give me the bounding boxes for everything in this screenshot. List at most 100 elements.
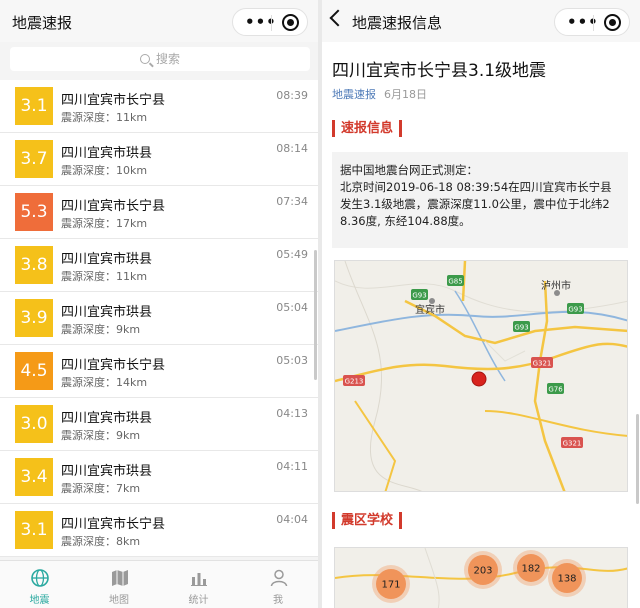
road-shield-label: G93 <box>514 324 528 332</box>
road-shield: G76 <box>547 383 564 394</box>
quake-list-item[interactable]: 3.7 四川宜宾市珙县 震源深度：10km 08:14 <box>0 133 318 186</box>
list-scrollbar[interactable] <box>314 250 317 380</box>
quake-list-item[interactable]: 3.4 四川宜宾市珙县 震源深度：7km 04:11 <box>0 451 318 504</box>
map-label: 宜宾市 <box>415 303 445 316</box>
school-cluster-marker[interactable]: 171 <box>372 565 410 603</box>
road-shield-label: G76 <box>548 386 563 394</box>
quake-list-item[interactable]: 4.5 四川宜宾市长宁县 震源深度：14km 05:03 <box>0 345 318 398</box>
quake-depth: 震源深度：17km <box>61 217 148 230</box>
magnitude-badge: 3.9 <box>15 299 53 337</box>
quake-location: 四川宜宾市长宁县 <box>61 358 166 373</box>
magnitude-badge: 3.1 <box>15 87 53 125</box>
article-date: 6月18日 <box>384 88 427 101</box>
quake-time: 05:04 <box>276 301 308 314</box>
article-source-link[interactable]: 地震速报 <box>332 88 376 101</box>
page-title: 地震速报 <box>12 14 73 32</box>
bar-chart-icon <box>189 568 209 588</box>
quake-time: 05:49 <box>276 248 308 261</box>
top-bar: 地震速报 ••• <box>0 0 318 42</box>
quake-list-screen: 地震速报 ••• 搜索 3.1 四川宜宾市长宁县 震源深度：11km 08:39 3.7… <box>0 0 318 608</box>
info-line: 8.36度, 东经104.88度。 <box>340 214 471 228</box>
road-shield: G93 <box>513 321 530 332</box>
quake-time: 08:14 <box>276 142 308 155</box>
cluster-count: 182 <box>521 564 540 575</box>
page-title: 地震速报信息 <box>352 14 443 32</box>
cluster-count: 171 <box>381 580 400 591</box>
quake-list-item[interactable]: 3.1 四川宜宾市长宁县 震源深度：8km 04:04 <box>0 504 318 557</box>
quake-time: 04:04 <box>276 513 308 526</box>
magnitude-badge: 3.0 <box>15 405 53 443</box>
schools-map-svg: 171 203 182 138 <box>335 548 627 608</box>
section-heading-report: 速报信息 <box>332 120 403 137</box>
tab-label: 地图 <box>109 595 129 606</box>
quake-list-item[interactable]: 3.8 四川宜宾市珙县 震源深度：11km 05:49 <box>0 239 318 292</box>
quake-location: 四川宜宾市珙县 <box>61 464 153 479</box>
quake-list-item[interactable]: 5.3 四川宜宾市长宁县 震源深度：17km 07:34 <box>0 186 318 239</box>
quake-location: 四川宜宾市珙县 <box>61 252 153 267</box>
school-cluster-marker[interactable]: 138 <box>548 559 586 597</box>
road-shield-label: G213 <box>345 378 364 386</box>
road-shield-label: G85 <box>448 278 462 286</box>
quake-list-item[interactable]: 3.0 四川宜宾市珙县 震源深度：9km 04:13 <box>0 398 318 451</box>
schools-map[interactable]: 171 203 182 138 <box>334 547 628 608</box>
tab-label: 地震 <box>29 595 50 606</box>
road-shield: G85 <box>447 275 464 286</box>
map-icon <box>110 568 130 588</box>
quake-list-item[interactable]: 3.1 四川宜宾市长宁县 震源深度：11km 08:39 <box>0 80 318 133</box>
magnitude-badge: 4.5 <box>15 352 53 390</box>
quake-time: 05:03 <box>276 354 308 367</box>
search-placeholder: 搜索 <box>155 52 180 66</box>
tab-globe[interactable]: 地震 <box>0 561 79 608</box>
quake-location: 四川宜宾市长宁县 <box>61 517 166 532</box>
quake-location: 四川宜宾市珙县 <box>61 411 153 426</box>
quake-depth: 震源深度：7km <box>61 482 141 495</box>
quake-list-item[interactable]: 3.9 四川宜宾市珙县 震源深度：9km 05:04 <box>0 292 318 345</box>
quake-depth: 震源深度：11km <box>61 270 148 283</box>
road-shield-label: G93 <box>412 292 426 300</box>
more-icon[interactable]: ••• <box>245 15 277 30</box>
search-input[interactable]: 搜索 <box>10 47 310 71</box>
tab-label: 我 <box>273 595 283 606</box>
quake-depth: 震源深度：10km <box>61 164 148 177</box>
quake-location: 四川宜宾市长宁县 <box>61 199 166 214</box>
close-target-icon[interactable] <box>604 14 621 31</box>
tab-bar: 地震 地图 统计 我 <box>0 560 318 608</box>
school-cluster-marker[interactable]: 203 <box>464 551 502 589</box>
article-meta: 地震速报 6月18日 <box>332 86 427 102</box>
tab-label: 统计 <box>188 595 209 606</box>
article-content: 四川宜宾市长宁县3.1级地震 地震速报 6月18日 速报信息 据中国地震台网正式测… <box>322 42 640 608</box>
tab-bar-chart[interactable]: 统计 <box>159 561 238 608</box>
epicenter-marker-icon[interactable] <box>471 371 487 387</box>
quake-detail-screen: 地震速报信息 ••• 四川宜宾市长宁县3.1级地震 地震速报 6月18日 速报信息… <box>322 0 640 608</box>
more-icon[interactable]: ••• <box>567 15 599 30</box>
quake-depth: 震源深度：9km <box>61 323 141 336</box>
road-shield-label: G321 <box>533 360 552 368</box>
road-shield-label: G93 <box>568 306 582 314</box>
quake-location: 四川宜宾市长宁县 <box>61 93 166 108</box>
tab-map[interactable]: 地图 <box>80 561 159 608</box>
back-arrow-icon[interactable] <box>329 9 347 27</box>
info-line: 发生3.1级地震，震源深度11.0公里，震中位于北纬2 <box>340 197 610 211</box>
quake-depth: 震源深度：8km <box>61 535 141 548</box>
article-title: 四川宜宾市长宁县3.1级地震 <box>332 61 547 81</box>
magnitude-badge: 5.3 <box>15 193 53 231</box>
cluster-count: 138 <box>557 574 576 585</box>
globe-icon <box>30 568 50 588</box>
close-target-icon[interactable] <box>282 14 299 31</box>
search-icon <box>139 54 150 64</box>
magnitude-badge: 3.7 <box>15 140 53 178</box>
person-icon <box>269 568 289 588</box>
article-scrollbar[interactable] <box>636 414 639 504</box>
capsule-divider <box>593 15 594 31</box>
quake-location: 四川宜宾市珙县 <box>61 146 153 161</box>
section-heading-schools: 震区学校 <box>332 512 403 529</box>
quake-time: 04:11 <box>276 460 308 473</box>
road-shield: G93 <box>411 289 428 300</box>
magnitude-badge: 3.4 <box>15 458 53 496</box>
school-cluster-marker[interactable]: 182 <box>513 550 549 586</box>
top-bar: 地震速报信息 ••• <box>322 0 640 42</box>
epicenter-map[interactable]: 宜宾市 泸州市 G85 G93 G93 G93 G321 G76 G213 G321 <box>334 260 628 492</box>
road-shield: G93 <box>567 303 584 314</box>
road-shield: G321 <box>561 437 583 448</box>
tab-person[interactable]: 我 <box>239 561 318 608</box>
